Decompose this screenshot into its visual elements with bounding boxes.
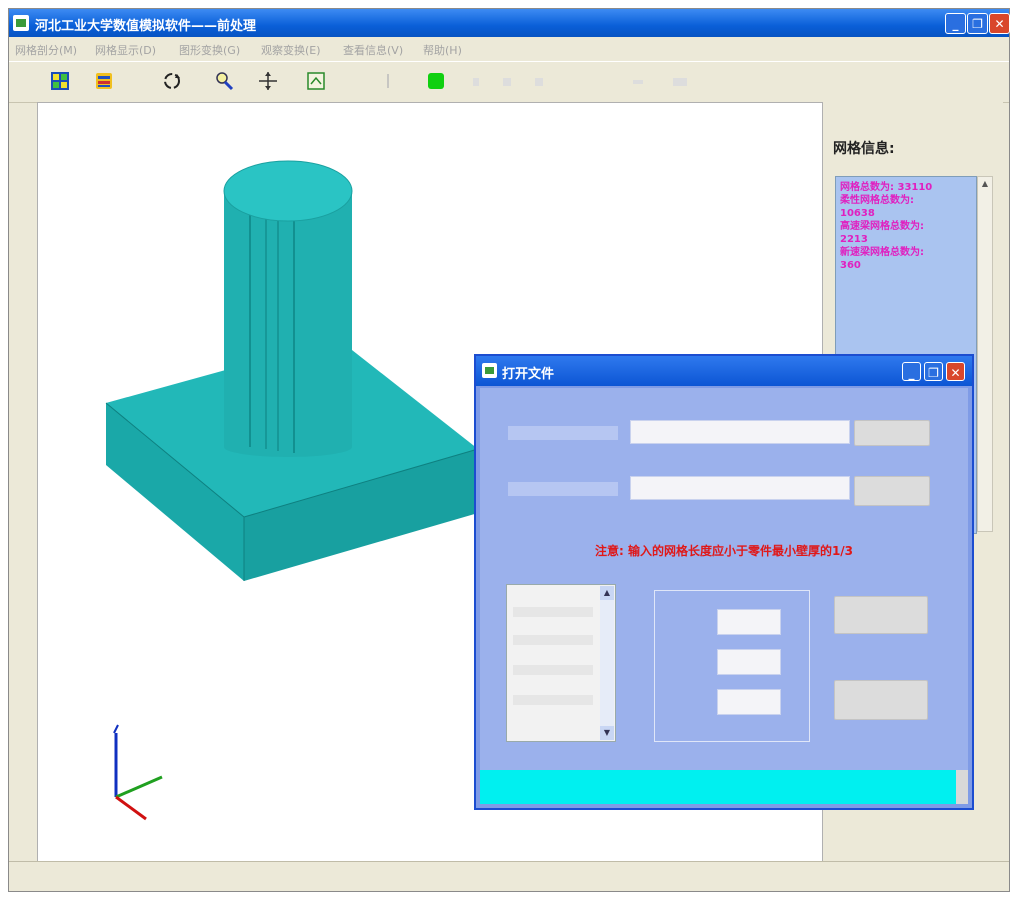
mesh-line-flex-value: 10638: [840, 208, 875, 219]
app-icon: [13, 15, 29, 31]
rotate-icon[interactable]: [161, 70, 183, 92]
close-button[interactable]: ✕: [989, 13, 1010, 34]
dialog-title-bar[interactable]: 打开文件 _ ❐ ✕: [476, 356, 972, 386]
pan-icon[interactable]: [257, 70, 279, 92]
zoom-icon[interactable]: [213, 70, 235, 92]
maximize-button[interactable]: ❐: [967, 13, 988, 34]
scroll-up-icon[interactable]: ▲: [979, 179, 991, 191]
file-path-label: [508, 426, 618, 440]
dialog-minimize-button[interactable]: _: [902, 362, 921, 381]
mesh-line-highbeam-value: 2213: [840, 234, 868, 245]
mesh-info-text: 网格总数为: 33110 柔性网格总数为: 10638 高速梁网格总数为: 22…: [840, 181, 970, 272]
mesh-info-scrollbar[interactable]: ▲: [977, 176, 993, 532]
scroll-down-icon[interactable]: ▼: [600, 726, 614, 740]
menu-display[interactable]: 网格显示(D): [95, 42, 156, 58]
menu-info[interactable]: 查看信息(V): [343, 42, 403, 58]
mesh-size-group: [654, 590, 810, 742]
status-bar: [9, 861, 1009, 892]
menu-mesh[interactable]: 网格剖分(M): [15, 42, 77, 58]
mesh-line-flex-label: 柔性网格总数为:: [840, 195, 914, 206]
listbox-scrollbar[interactable]: ▲ ▼: [600, 586, 614, 740]
mesh-line-newbeam-label: 新速梁网格总数为:: [840, 247, 924, 258]
resize-grip[interactable]: [956, 770, 968, 804]
mesh-line-highbeam-label: 高速梁网格总数为:: [840, 221, 924, 232]
dialog-close-button[interactable]: ✕: [946, 362, 965, 381]
menu-transform[interactable]: 图形变换(G): [179, 42, 240, 58]
list-item[interactable]: [513, 665, 593, 675]
grid-icon[interactable]: [49, 70, 71, 92]
size-y-input[interactable]: [717, 649, 781, 675]
menu-bar: 网格剖分(M) 网格显示(D) 图形变换(G) 观察变换(E) 查看信息(V) …: [9, 38, 1009, 60]
list-item[interactable]: [513, 607, 593, 617]
list-item[interactable]: [513, 695, 593, 705]
disabled-tools: [473, 78, 687, 86]
browse-button-1[interactable]: [854, 420, 930, 446]
dialog-title: 打开文件: [502, 367, 555, 382]
dialog-maximize-button[interactable]: ❐: [924, 362, 943, 381]
list-item[interactable]: [513, 635, 593, 645]
output-path-input[interactable]: [630, 476, 850, 500]
menu-view[interactable]: 观察变换(E): [261, 42, 321, 58]
output-path-label: [508, 482, 618, 496]
browse-button-2[interactable]: [854, 476, 930, 506]
dialog-body: 注意: 输入的网格长度应小于零件最小壁厚的1/3 ▲ ▼: [480, 388, 968, 770]
option-listbox[interactable]: ▲ ▼: [506, 584, 616, 742]
mesh-line-total: 网格总数为: 33110: [840, 182, 933, 193]
menu-help[interactable]: 帮助(H): [423, 42, 462, 58]
mesh-line-newbeam-value: 360: [840, 260, 861, 271]
cursor-icon[interactable]: [377, 70, 399, 92]
window-title: 河北工业大学数值模拟软件——前处理: [35, 19, 257, 34]
minimize-button[interactable]: _: [945, 13, 966, 34]
size-x-input[interactable]: [717, 609, 781, 635]
cancel-button[interactable]: [834, 680, 928, 720]
toolbar: [9, 61, 1009, 103]
dialog-app-icon: [482, 363, 497, 378]
mesh-length-note: 注意: 输入的网格长度应小于零件最小壁厚的1/3: [594, 544, 854, 558]
title-bar[interactable]: 河北工业大学数值模拟软件——前处理 _ ❐ ✕: [9, 9, 1010, 37]
size-z-input[interactable]: [717, 689, 781, 715]
open-file-dialog: 打开文件 _ ❐ ✕ 注意: 输入的网格长度应小于零件最小壁厚的1/3 ▲ ▼: [474, 354, 974, 810]
dialog-status-bar: [480, 770, 956, 804]
fit-view-icon[interactable]: [305, 70, 327, 92]
mesh-info-title: 网格信息:: [833, 141, 895, 157]
green-square-icon[interactable]: [425, 70, 447, 92]
layers-icon[interactable]: [93, 70, 115, 92]
file-path-input[interactable]: [630, 420, 850, 444]
ok-button[interactable]: [834, 596, 928, 634]
scroll-up-icon[interactable]: ▲: [600, 586, 614, 600]
